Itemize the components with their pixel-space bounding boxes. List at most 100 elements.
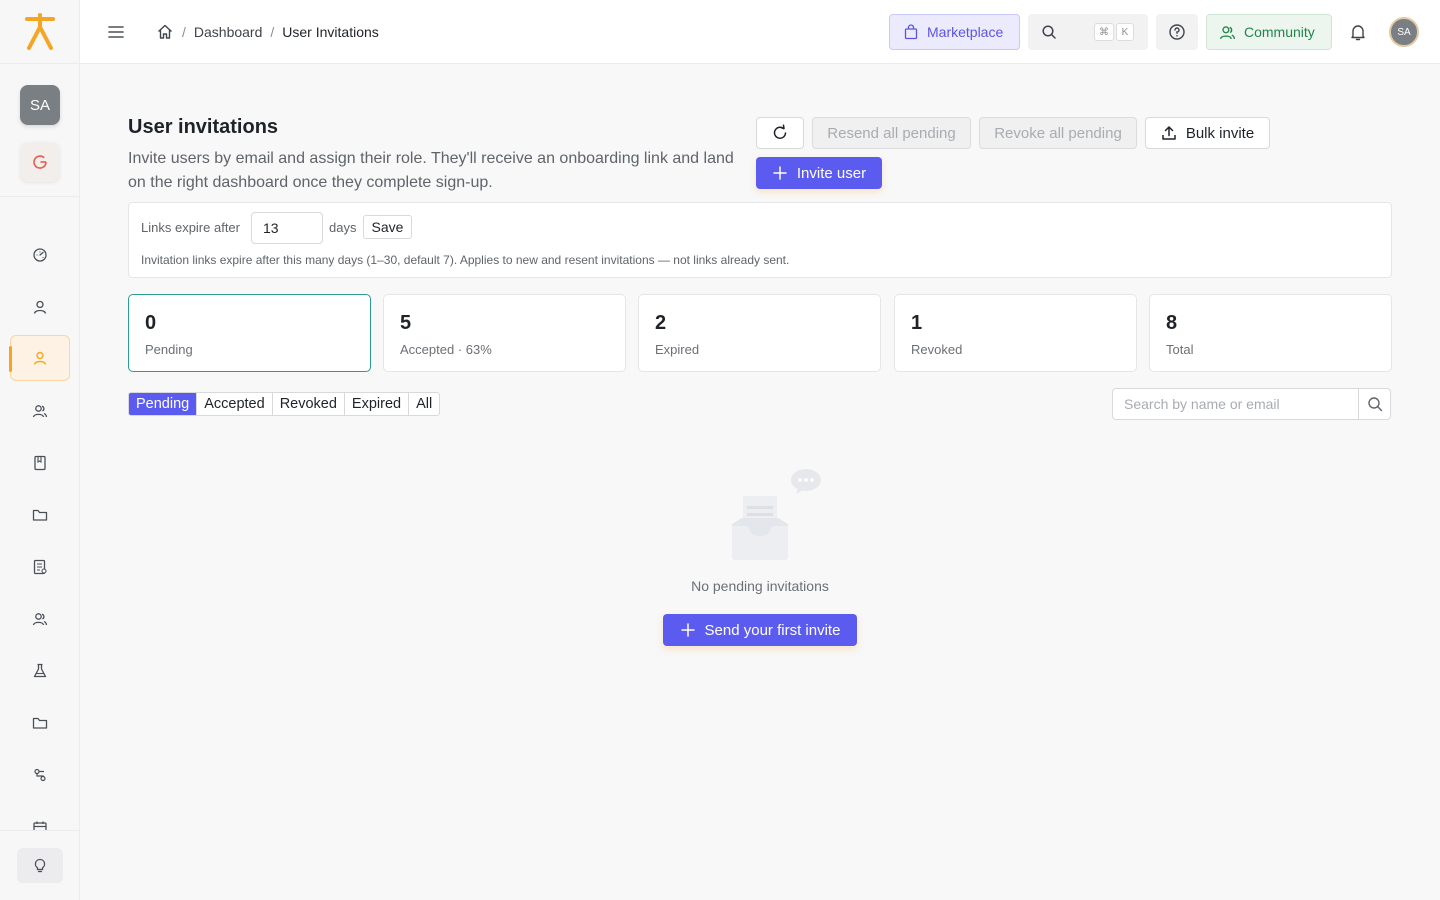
stat-card-revoked[interactable]: 1 Revoked xyxy=(894,294,1137,372)
lightbulb-icon xyxy=(34,858,46,872)
users-icon xyxy=(32,405,48,418)
shortcut-key-cmd: ⌘ xyxy=(1094,23,1114,41)
sidebar-item-users[interactable] xyxy=(10,388,70,434)
shopping-bag-icon xyxy=(904,24,918,40)
stat-label: Expired xyxy=(655,342,700,357)
notifications-button[interactable] xyxy=(1348,22,1368,42)
google-icon xyxy=(33,155,47,169)
workspace-avatar-initials: SA xyxy=(29,96,50,114)
sidebar: SA xyxy=(0,0,80,900)
expiry-label: Links expire after xyxy=(141,220,240,235)
search-icon xyxy=(1042,25,1056,39)
global-search-button[interactable]: ⌘ K xyxy=(1028,14,1148,50)
book-icon xyxy=(34,455,46,471)
resend-all-pending-button[interactable]: Resend all pending xyxy=(812,117,971,149)
tab-all[interactable]: All xyxy=(409,393,439,415)
sidebar-item-user-invitations[interactable] xyxy=(9,335,70,381)
breadcrumb: / Dashboard / User Invitations xyxy=(156,22,379,42)
breadcrumb-separator: / xyxy=(270,24,275,40)
sidebar-item-dashboard[interactable] xyxy=(10,232,70,278)
team-icon xyxy=(32,613,48,626)
workspace-avatar[interactable]: SA xyxy=(20,85,60,125)
revoke-all-pending-button[interactable]: Revoke all pending xyxy=(979,117,1137,149)
help-icon xyxy=(1169,24,1185,40)
revoke-all-pending-label: Revoke all pending xyxy=(994,124,1122,142)
bulk-invite-label: Bulk invite xyxy=(1185,124,1255,142)
resend-all-pending-label: Resend all pending xyxy=(827,124,956,142)
user-avatar[interactable]: SA xyxy=(1389,17,1419,47)
folder-icon xyxy=(32,717,48,729)
sidebar-item-archive[interactable] xyxy=(10,700,70,746)
dashboard-icon xyxy=(33,248,47,262)
menu-toggle-button[interactable] xyxy=(106,22,126,42)
sidebar-item-reports[interactable] xyxy=(10,544,70,590)
community-button[interactable]: Community xyxy=(1206,14,1332,50)
stat-label: Revoked xyxy=(911,342,963,357)
invitation-search-button[interactable] xyxy=(1358,389,1390,419)
plus-icon xyxy=(773,166,787,180)
invitation-search xyxy=(1112,388,1391,420)
expiry-unit: days xyxy=(329,220,357,235)
bell-icon xyxy=(1351,25,1365,41)
topbar: / Dashboard / User Invitations Marketpla… xyxy=(80,0,1440,64)
sidebar-item-profile[interactable] xyxy=(10,284,70,330)
expiry-save-label: Save xyxy=(371,219,404,235)
bulk-invite-button[interactable]: Bulk invite xyxy=(1145,117,1270,149)
refresh-icon xyxy=(773,124,787,139)
empty-inbox-illustration xyxy=(732,469,821,560)
invite-user-button[interactable]: Invite user xyxy=(756,157,882,189)
marketplace-label: Marketplace xyxy=(927,24,1004,40)
folder-icon xyxy=(32,509,48,521)
stat-label: Accepted · 63% xyxy=(400,342,492,357)
sidebar-item-docs[interactable] xyxy=(10,440,70,486)
stat-card-total[interactable]: 8 Total xyxy=(1149,294,1392,372)
report-icon xyxy=(33,559,47,575)
sidebar-item-team[interactable] xyxy=(10,596,70,642)
expiry-days-value: 13 xyxy=(263,220,279,236)
google-account-button[interactable] xyxy=(20,142,60,182)
send-first-invite-button[interactable]: Send your first invite xyxy=(663,614,857,646)
expiry-save-button[interactable]: Save xyxy=(363,215,412,239)
sidebar-divider xyxy=(0,196,80,197)
sidebar-divider xyxy=(0,830,80,831)
sidebar-item-lab[interactable] xyxy=(10,648,70,694)
app-logo[interactable] xyxy=(0,0,80,64)
user-invite-icon xyxy=(33,351,47,365)
refresh-button[interactable] xyxy=(756,117,804,149)
upload-icon xyxy=(1162,126,1176,140)
invitation-search-input[interactable] xyxy=(1113,389,1360,419)
hamburger-icon xyxy=(108,26,124,38)
breadcrumb-dashboard[interactable]: Dashboard xyxy=(194,24,263,40)
community-icon xyxy=(1219,25,1236,39)
sidebar-item-workflows[interactable] xyxy=(10,752,70,798)
tab-revoked[interactable]: Revoked xyxy=(273,393,345,415)
expiry-days-input[interactable]: 13 xyxy=(251,212,323,244)
stat-card-accepted[interactable]: 5 Accepted · 63% xyxy=(383,294,626,372)
link-expiry-panel: Links expire after 13 days Save Invitati… xyxy=(128,202,1392,278)
tab-accepted[interactable]: Accepted xyxy=(197,393,273,415)
stat-value: 8 xyxy=(1166,312,1178,334)
marketplace-button[interactable]: Marketplace xyxy=(889,14,1020,50)
expiry-help-text: Invitation links expire after this many … xyxy=(141,253,790,267)
help-button[interactable] xyxy=(1156,14,1198,50)
stat-value: 0 xyxy=(145,312,157,334)
tab-pending[interactable]: Pending xyxy=(129,393,198,415)
calendar-icon xyxy=(33,821,47,830)
tips-button[interactable] xyxy=(17,848,63,883)
sidebar-item-files[interactable] xyxy=(10,492,70,538)
home-icon[interactable] xyxy=(156,23,174,41)
stat-card-expired[interactable]: 2 Expired xyxy=(638,294,881,372)
plus-icon xyxy=(680,623,695,637)
stat-value: 2 xyxy=(655,312,667,334)
shortcut-key-k: K xyxy=(1116,23,1134,41)
sidebar-item-calendar[interactable] xyxy=(10,804,70,830)
tab-expired[interactable]: Expired xyxy=(345,393,410,415)
logo-icon xyxy=(25,12,55,50)
user-avatar-initials: SA xyxy=(1397,26,1411,38)
stat-card-pending[interactable]: 0 Pending xyxy=(128,294,371,372)
flask-icon xyxy=(33,663,47,678)
stat-label: Pending xyxy=(145,342,193,357)
page-description: Invite users by email and assign their r… xyxy=(128,150,734,191)
breadcrumb-current: User Invitations xyxy=(282,24,379,40)
page-title: User invitations xyxy=(128,116,279,138)
